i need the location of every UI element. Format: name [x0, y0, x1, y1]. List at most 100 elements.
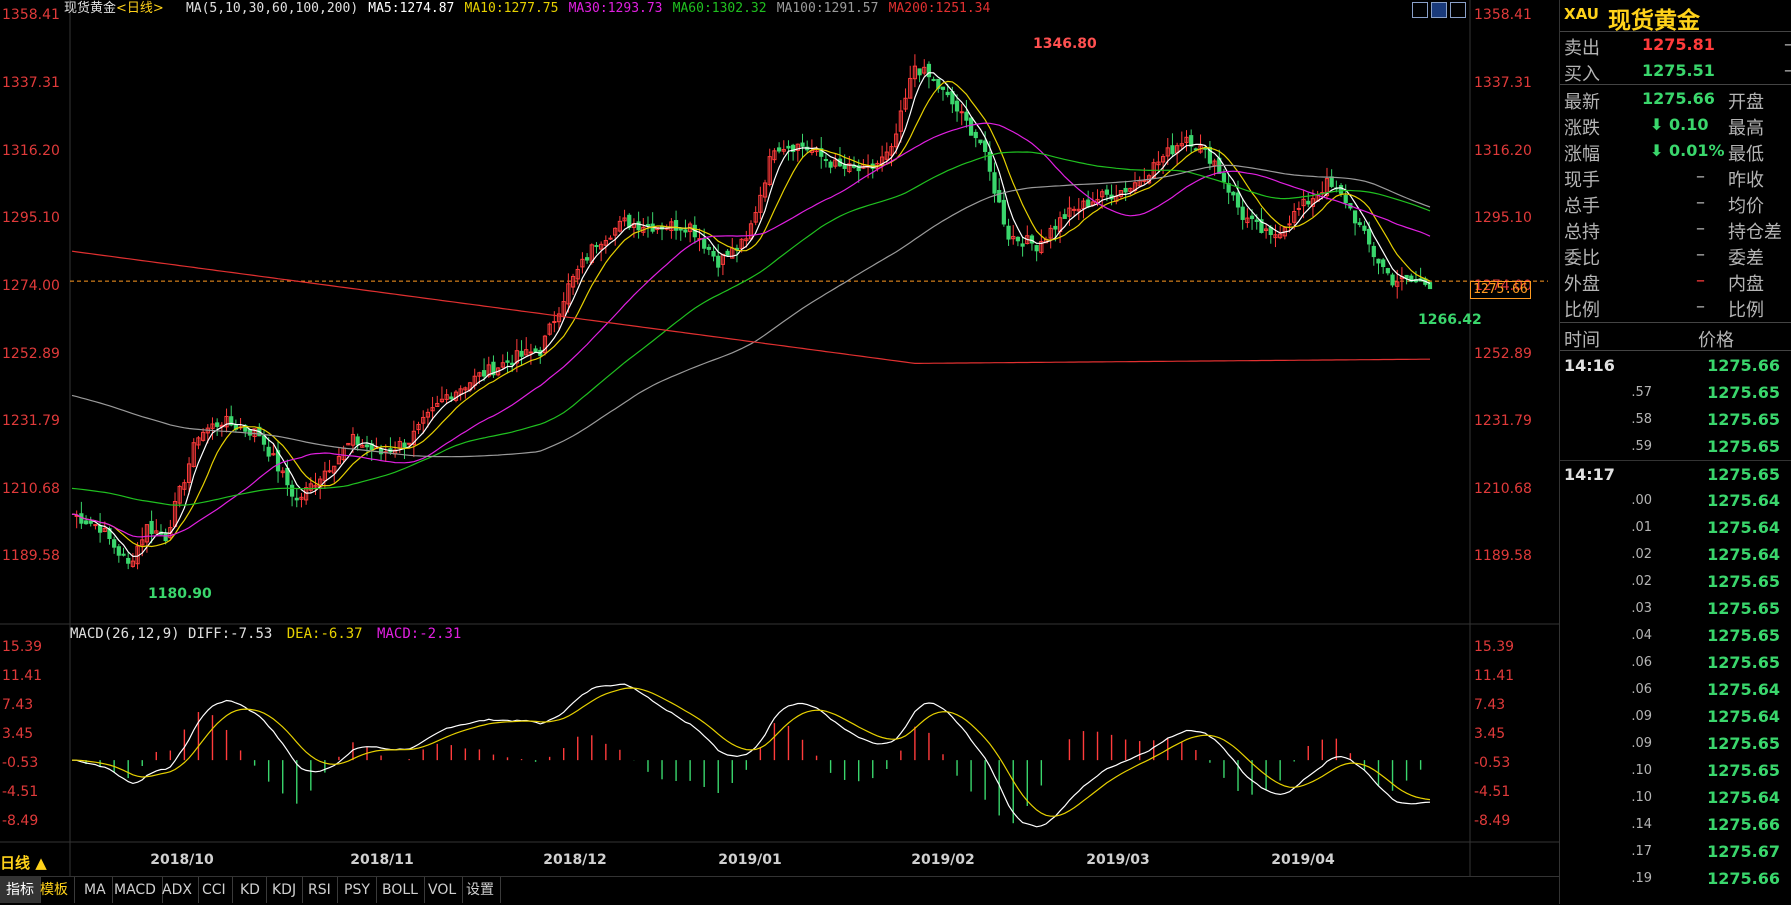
candle-body — [93, 524, 98, 527]
x-axis-label: 2019/01 — [718, 852, 782, 868]
ma5-line — [71, 72, 1431, 558]
tab-3[interactable]: MACD — [108, 877, 163, 903]
period-name: <日线> — [116, 1, 164, 16]
current-price: 1275.66 — [1473, 282, 1528, 297]
price-tick: 1337.31 — [2, 75, 60, 91]
stat-value: – — [1696, 244, 1705, 265]
tab-10[interactable]: BOLL — [376, 877, 425, 903]
tick-row: .10 1275.65 — [1560, 757, 1791, 784]
tick-row: .59 1275.65 — [1560, 433, 1791, 460]
tick-time: .57 — [1631, 385, 1652, 400]
candle-body — [1231, 191, 1236, 196]
ma5-value: MA5:1274.87 — [368, 1, 455, 16]
tick-time: .19 — [1631, 871, 1652, 886]
price-tick: 1231.79 — [2, 413, 60, 429]
candle-body — [1371, 245, 1376, 258]
tab-11[interactable]: VOL — [422, 877, 464, 903]
stat-row: 总持 – 持仓差 — [1560, 216, 1791, 243]
tick-price: 1275.66 — [1707, 356, 1780, 375]
stat-label: 委比 — [1564, 248, 1600, 269]
candle-body — [1338, 185, 1344, 194]
macd-tick: -8.49 — [2, 813, 39, 829]
tab-8[interactable]: RSI — [302, 877, 338, 903]
tick-row: .06 1275.65 — [1560, 649, 1791, 676]
tick-row: .58 1275.65 — [1560, 406, 1791, 433]
candle-body — [842, 164, 847, 169]
candle-body — [528, 351, 534, 354]
tick-row: .01 1275.64 — [1560, 514, 1791, 541]
candle-body — [983, 140, 988, 152]
tick-price: 1275.65 — [1707, 599, 1780, 618]
tick-time: .06 — [1631, 655, 1652, 670]
tick-row: .00 1275.64 — [1560, 487, 1791, 514]
tick-time: .01 — [1631, 520, 1652, 535]
layout-icon[interactable] — [1412, 2, 1428, 18]
ma200-value: MA200:1251.34 — [888, 1, 991, 16]
price-r-tick: 1210.68 — [1474, 481, 1532, 497]
stat-value: 1275.66 — [1642, 89, 1715, 108]
tick-price: 1275.65 — [1707, 653, 1780, 672]
candle-body — [926, 63, 932, 78]
candle-body — [552, 321, 557, 324]
tick-row: .02 1275.65 — [1560, 568, 1791, 595]
candle-body — [776, 147, 782, 152]
tick-row: .10 1275.64 — [1560, 784, 1791, 811]
tick-row: .09 1275.64 — [1560, 703, 1791, 730]
tab-12[interactable]: 设置 — [460, 877, 501, 903]
stat-label-right: 内盘 — [1728, 274, 1764, 295]
chart-area[interactable]: 现货黄金<日线> MA(5,10,30,60,100,200) MA5:1274… — [0, 0, 1559, 904]
tick-time: .58 — [1631, 412, 1652, 427]
stat-label-right: 最低 — [1728, 144, 1764, 165]
stat-label-right: 比例 — [1728, 300, 1764, 321]
candle-body — [1015, 236, 1021, 242]
stat-row: 总手 – 均价 — [1560, 190, 1791, 217]
candle-body — [1296, 207, 1301, 210]
candle-body — [711, 250, 716, 257]
candle-body — [800, 142, 805, 147]
stat-label-right: 委差 — [1728, 248, 1764, 269]
tick-price: 1275.66 — [1707, 869, 1780, 888]
instrument-name: 现货黄金 — [64, 1, 117, 16]
stat-label: 涨幅 — [1564, 144, 1600, 165]
tab-4[interactable]: ADX — [156, 877, 199, 903]
candle-body — [683, 229, 688, 233]
candle-body — [1062, 214, 1067, 219]
tab-7[interactable]: KDJ — [266, 877, 304, 903]
window-icon[interactable] — [1450, 2, 1466, 18]
candle-body — [261, 435, 267, 445]
stat-label-right: 均价 — [1728, 196, 1764, 217]
stat-label-right: 最高 — [1728, 118, 1764, 139]
stat-value: – — [1696, 192, 1705, 213]
candle-body — [481, 370, 487, 377]
macd-r-tick: 11.41 — [1474, 668, 1515, 684]
stat-value: – — [1696, 166, 1705, 187]
tab-6[interactable]: KD — [234, 877, 267, 903]
candlestick-chart[interactable] — [0, 0, 1559, 876]
split-icon[interactable] — [1431, 2, 1447, 18]
tick-price: 1275.67 — [1707, 842, 1780, 861]
tick-row: .17 1275.67 — [1560, 838, 1791, 865]
candle-body — [1367, 228, 1372, 245]
symbol-name: 现货黄金 — [1608, 7, 1700, 34]
tab-9[interactable]: PSY — [338, 877, 377, 903]
tick-time: .10 — [1631, 763, 1652, 778]
candle-body — [828, 161, 833, 168]
period-label[interactable]: 日线 ▲ — [0, 852, 47, 873]
sidebar-title: XAU 现货黄金 — [1560, 0, 1791, 34]
tab-5[interactable]: CCI — [196, 877, 233, 903]
candle-body — [823, 158, 829, 162]
macd-diff-line — [71, 683, 1431, 828]
tick-time: .10 — [1631, 790, 1652, 805]
candle-body — [786, 145, 791, 149]
candle-body — [1357, 222, 1362, 226]
ma30-value: MA30:1293.73 — [568, 1, 663, 16]
tick-time: .00 — [1631, 493, 1652, 508]
candle-body — [645, 224, 651, 227]
tick-price: 1275.64 — [1707, 788, 1780, 807]
candle-body — [1104, 189, 1109, 195]
stat-label-right: 昨收 — [1728, 170, 1764, 191]
candle-body — [285, 467, 290, 486]
stat-row: 最新 1275.66 开盘 — [1560, 86, 1791, 113]
candle-body — [973, 131, 978, 139]
tab-1[interactable]: 模板 — [34, 877, 75, 903]
